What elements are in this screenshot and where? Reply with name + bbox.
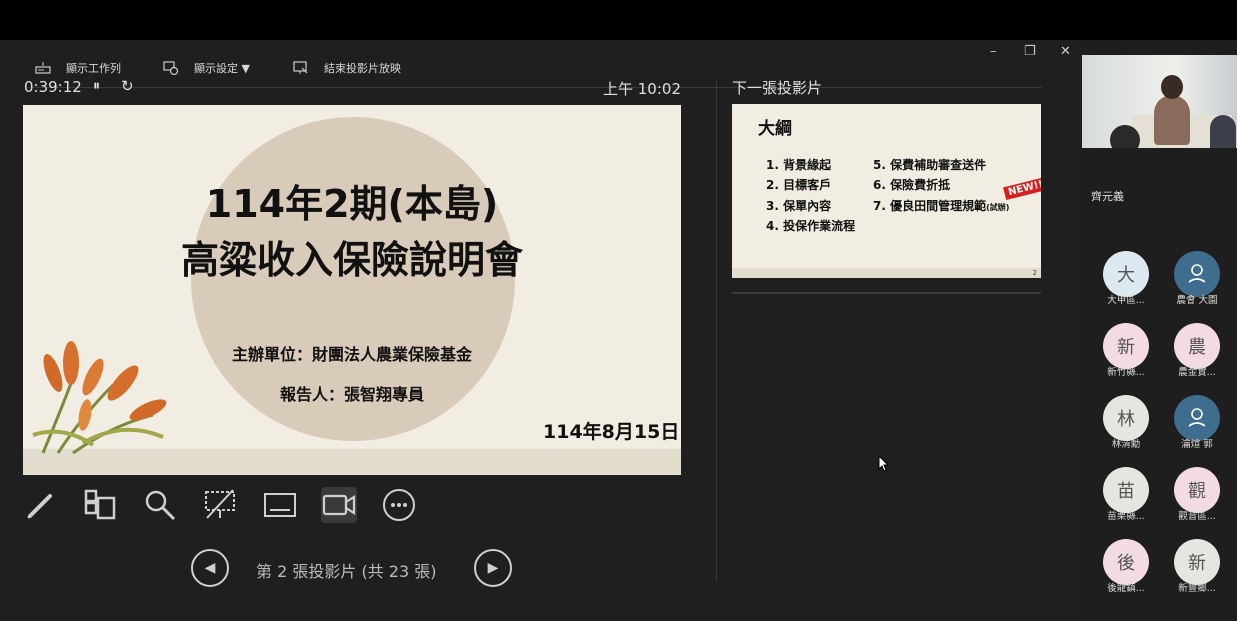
participant-name: 苗栗縣... [1107, 511, 1145, 522]
end-slideshow-label: 結束投影片放映 [324, 62, 401, 75]
mouse-cursor-icon [878, 455, 890, 472]
current-slide: 114年2期(本島) 高粱收入保險說明會 主辦單位：財團法人農業保險基金 報告人… [23, 105, 681, 475]
outline-item: 2. 目標客戶 [766, 178, 832, 192]
outline-item: 5. 保費補助審查送件 [873, 158, 987, 172]
minimize-button[interactable]: – [990, 44, 997, 59]
participant-name: 新豐鄉... [1178, 583, 1216, 594]
pause-timer-button[interactable]: ⏸ [93, 78, 100, 94]
camera-icon [322, 494, 356, 516]
next-slide-page-number: 2 [1032, 269, 1037, 277]
participant-name: 新竹縣... [1107, 367, 1145, 378]
next-slide-ground [732, 268, 1041, 278]
camera-toggle-button[interactable] [321, 487, 357, 523]
participant-avatar[interactable] [1174, 251, 1220, 297]
outline-item: 6. 保險費折抵 [873, 178, 951, 192]
participant-avatar[interactable]: 新 [1174, 539, 1220, 585]
video-person [1110, 125, 1140, 148]
slide-title-line1: 114年2期(本島) [205, 182, 499, 226]
screen-off-icon [205, 489, 235, 519]
slide-reporter: 報告人：張智翔專員 [279, 385, 424, 404]
pane-divider[interactable] [716, 80, 717, 581]
show-taskbar-button[interactable]: 顯示工作列 [34, 59, 121, 77]
video-person [1154, 95, 1190, 145]
trial-suffix: (試辦) [986, 203, 1010, 212]
slide-title-line2: 高粱收入保險說明會 [180, 238, 523, 282]
next-slide-label: 下一張投影片 [732, 79, 823, 97]
reset-timer-button[interactable]: ↻ [121, 77, 134, 95]
restore-button[interactable]: ❐ [1024, 44, 1036, 59]
see-all-slides-button[interactable] [82, 487, 118, 523]
more-icon [383, 489, 415, 521]
new-badge: NEW!! [1003, 176, 1041, 201]
video-person [1210, 115, 1236, 148]
pen-icon [27, 494, 52, 519]
outline-item: 1. 背景緣起 [766, 158, 832, 172]
previous-arrow-icon: ◀ [204, 560, 216, 576]
participant-name: 林清勳 [1111, 439, 1141, 450]
slide-date: 114年8月15日 [543, 421, 680, 443]
display-settings-label: 顯示設定 ▼ [194, 62, 250, 75]
magnifier-icon [145, 490, 176, 521]
participant-avatar[interactable]: 大 [1103, 251, 1149, 297]
end-slideshow-icon [293, 61, 308, 74]
subtitles-button[interactable] [262, 487, 298, 523]
end-slideshow-button[interactable]: 結束投影片放映 [292, 59, 401, 77]
participant-avatar[interactable] [1174, 395, 1220, 441]
video-person-head [1161, 75, 1183, 99]
black-screen-button[interactable] [202, 487, 238, 523]
more-options-button[interactable] [381, 487, 417, 523]
outline-item: 7. 優良田間管理規範(試辦) [873, 197, 1009, 214]
person-icon [1188, 408, 1206, 427]
notes-divider [732, 292, 1041, 294]
video-participant-name: 齊元義 [1091, 190, 1124, 203]
outline-item: 4. 投保作業流程 [766, 219, 856, 233]
next-slide-preview[interactable]: 大綱 1. 背景緣起 2. 目標客戶 3. 保單內容 4. 投保作業流程 5. … [732, 104, 1041, 278]
participant-avatar[interactable]: 農 [1174, 323, 1220, 369]
display-settings-button[interactable]: 顯示設定 ▼ [162, 59, 250, 77]
participant-avatar[interactable]: 新 [1103, 323, 1149, 369]
participant-avatar[interactable]: 後 [1103, 539, 1149, 585]
outline-item-text: 7. 優良田間管理規範 [873, 199, 987, 213]
elapsed-timer: 0:39:12 [24, 78, 82, 96]
participant-name: 大甲區... [1107, 295, 1145, 306]
taskbar-icon [35, 62, 51, 74]
person-icon [1188, 264, 1206, 283]
display-settings-icon [163, 61, 179, 76]
participant-video-tile[interactable] [1082, 55, 1237, 148]
current-time: 上午 10:02 [603, 80, 681, 98]
slide-counter: 第 2 張投影片 (共 23 張) [256, 562, 437, 581]
close-button[interactable]: ✕ [1060, 44, 1071, 59]
participant-avatar[interactable]: 林 [1103, 395, 1149, 441]
subtitles-icon [264, 493, 296, 517]
slides-grid-icon [84, 489, 116, 520]
zoom-button[interactable] [142, 487, 178, 523]
participant-name: 後龍鎮... [1107, 583, 1145, 594]
slide-organizer: 主辦單位：財團法人農業保險基金 [231, 345, 472, 364]
previous-slide-button[interactable]: ◀ [191, 549, 229, 587]
participant-name: 農金實... [1178, 367, 1216, 378]
outline-title: 大綱 [758, 119, 792, 139]
participant-avatar[interactable]: 苗 [1103, 467, 1149, 513]
toolbar-divider [28, 87, 1042, 88]
participant-name: 瀹煊 郭 [1181, 439, 1213, 450]
outline-item: 3. 保單內容 [766, 199, 832, 213]
show-taskbar-label: 顯示工作列 [66, 62, 121, 75]
pen-tool-button[interactable] [23, 487, 59, 523]
participant-avatar[interactable]: 觀 [1174, 467, 1220, 513]
next-arrow-icon: ▶ [487, 560, 499, 576]
participant-name: 農會 大園 [1176, 295, 1218, 306]
next-slide-button[interactable]: ▶ [474, 549, 512, 587]
participant-name: 觀音區... [1178, 511, 1216, 522]
